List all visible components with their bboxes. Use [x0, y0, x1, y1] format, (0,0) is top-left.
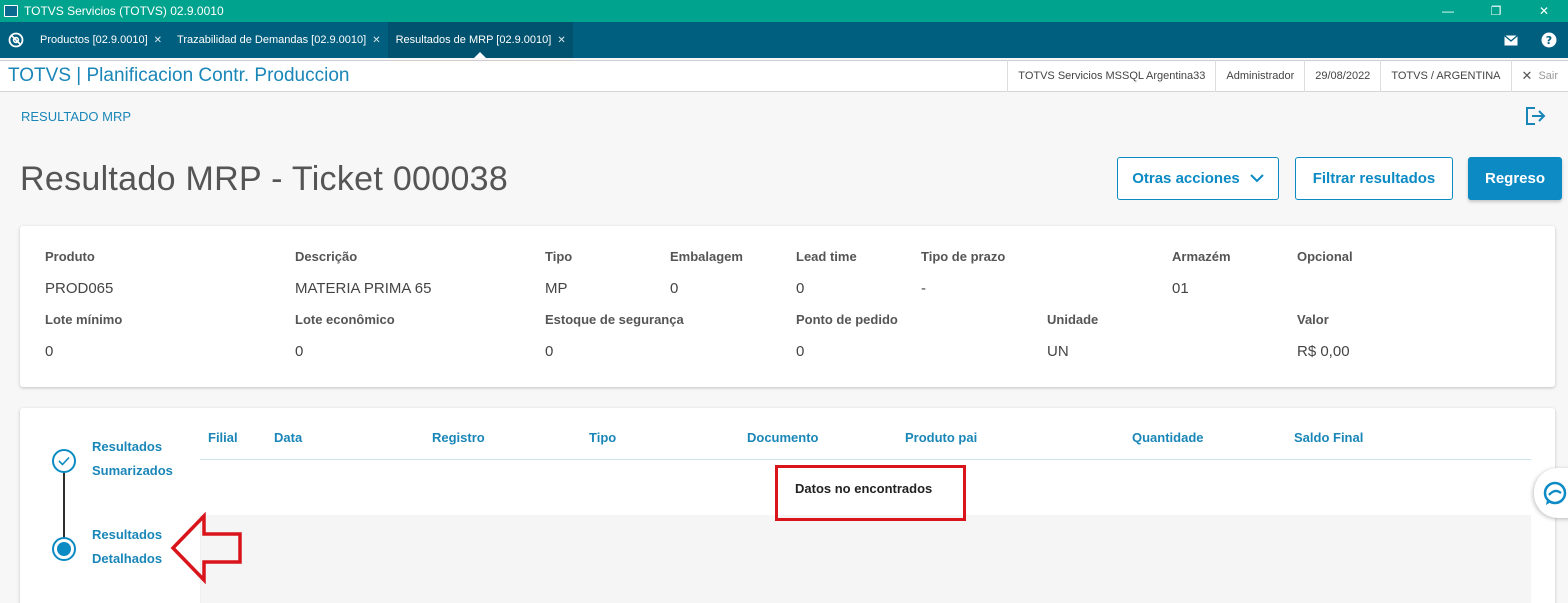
- col-saldo-final[interactable]: Saldo Final: [1294, 430, 1363, 445]
- tab-label: Productos [02.9.0010]: [40, 34, 148, 46]
- tipo-prazo-label: Tipo de prazo: [921, 249, 1006, 264]
- breadcrumb[interactable]: RESULTADO MRP: [21, 109, 131, 124]
- lead-time-value: 0: [796, 280, 805, 297]
- stepper-connector: [63, 472, 65, 538]
- lead-time-label: Lead time: [796, 249, 857, 264]
- estoque-seguranca-value: 0: [545, 343, 554, 360]
- step-summary-label[interactable]: Resultados Sumarizados: [92, 435, 173, 483]
- step-summary-line2: Sumarizados: [92, 463, 173, 478]
- filter-results-button[interactable]: Filtrar resultados: [1295, 157, 1453, 200]
- col-registro[interactable]: Registro: [432, 430, 485, 445]
- col-tipo[interactable]: Tipo: [589, 430, 616, 445]
- lote-minimo-label: Lote mínimo: [45, 312, 123, 327]
- tab-label: Resultados de MRP [02.9.0010]: [395, 34, 552, 46]
- page-title: Resultado MRP - Ticket 000038: [20, 160, 509, 198]
- logout-icon[interactable]: [1523, 105, 1547, 127]
- annotation-arrow-icon: [170, 512, 242, 584]
- window-title: TOTVS Servicios (TOTVS) 02.9.0010: [24, 4, 224, 18]
- armazem-label: Armazém: [1172, 249, 1231, 264]
- check-icon: [58, 456, 70, 466]
- other-actions-button[interactable]: Otras acciones: [1117, 157, 1279, 200]
- svg-text:?: ?: [1546, 34, 1552, 47]
- ponto-pedido-label: Ponto de pedido: [796, 312, 898, 327]
- app-window-icon: [4, 5, 18, 17]
- close-icon[interactable]: ✕: [154, 35, 162, 46]
- chat-icon: [1543, 481, 1567, 505]
- produto-label: Produto: [45, 249, 95, 264]
- close-icon: ✕: [1521, 68, 1533, 83]
- armazem-value: 01: [1172, 280, 1189, 297]
- step-summary-line1: Resultados: [92, 439, 163, 454]
- unidade-label: Unidade: [1047, 312, 1099, 327]
- user-info: Administrador: [1215, 60, 1304, 92]
- step-summary-indicator[interactable]: [52, 449, 76, 473]
- step-detail-line1: Resultados: [92, 527, 163, 542]
- tab-trazabilidad[interactable]: Trazabilidad de Demandas [02.9.0010] ✕: [169, 22, 388, 58]
- embalagem-value: 0: [670, 280, 679, 297]
- col-produto-pai[interactable]: Produto pai: [905, 430, 977, 445]
- step-detail-indicator[interactable]: [52, 537, 76, 561]
- valor-label: Valor: [1297, 312, 1329, 327]
- embalagem-label: Embalagem: [670, 249, 743, 264]
- tipo-prazo-value: -: [921, 280, 926, 297]
- window-titlebar: TOTVS Servicios (TOTVS) 02.9.0010 — ❐ ✕: [0, 0, 1568, 22]
- active-step-dot: [57, 542, 71, 556]
- ponto-pedido-value: 0: [796, 343, 805, 360]
- tab-resultados-mrp[interactable]: Resultados de MRP [02.9.0010] ✕: [387, 22, 573, 58]
- exit-label: Sair: [1538, 70, 1558, 82]
- exit-button[interactable]: ✕ Sair: [1510, 60, 1568, 92]
- results-table-empty-area: [200, 515, 1531, 603]
- tabbar-actions: ?: [1492, 22, 1568, 58]
- lote-minimo-value: 0: [45, 343, 54, 360]
- produto-value: PROD065: [45, 280, 114, 297]
- col-documento[interactable]: Documento: [747, 430, 819, 445]
- lote-economico-label: Lote econômico: [295, 312, 395, 327]
- unidade-value: UN: [1047, 343, 1069, 360]
- step-detail-label[interactable]: Resultados Detalhados: [92, 523, 162, 571]
- col-quantidade[interactable]: Quantidade: [1132, 430, 1204, 445]
- tab-productos[interactable]: Productos [02.9.0010] ✕: [32, 22, 169, 58]
- help-icon[interactable]: ?: [1530, 22, 1568, 58]
- step-detail-line2: Detalhados: [92, 551, 163, 566]
- tab-label: Trazabilidad de Demandas [02.9.0010]: [177, 34, 367, 46]
- back-button[interactable]: Regreso: [1468, 157, 1562, 200]
- estoque-seguranca-label: Estoque de segurança: [545, 312, 684, 327]
- other-actions-label: Otras acciones: [1132, 170, 1240, 187]
- close-icon[interactable]: ✕: [372, 35, 380, 46]
- col-data[interactable]: Data: [274, 430, 302, 445]
- company-info: TOTVS / ARGENTINA: [1380, 60, 1510, 92]
- window-controls: — ❐ ✕: [1424, 0, 1568, 22]
- close-window-button[interactable]: ✕: [1520, 0, 1568, 22]
- maximize-button[interactable]: ❐: [1472, 0, 1520, 22]
- valor-value: R$ 0,00: [1297, 343, 1350, 360]
- close-icon[interactable]: ✕: [557, 35, 565, 46]
- server-info: TOTVS Servicios MSSQL Argentina33: [1007, 60, 1215, 92]
- minimize-button[interactable]: —: [1424, 0, 1472, 22]
- annotation-highlight-box: [775, 465, 966, 521]
- date-info: 29/08/2022: [1304, 60, 1380, 92]
- app-title: TOTVS | Planificacion Contr. Produccion: [8, 65, 350, 86]
- tab-bar: Productos [02.9.0010] ✕ Trazabilidad de …: [0, 22, 1568, 58]
- home-icon[interactable]: [0, 22, 32, 58]
- mail-icon[interactable]: [1492, 22, 1530, 58]
- tipo-label: Tipo: [545, 249, 573, 264]
- descricao-value: MATERIA PRIMA 65: [295, 280, 432, 297]
- chevron-down-icon: [1250, 174, 1264, 183]
- tipo-value: MP: [545, 280, 568, 297]
- lote-economico-value: 0: [295, 343, 304, 360]
- app-header: TOTVS | Planificacion Contr. Produccion …: [0, 60, 1568, 92]
- opcional-label: Opcional: [1297, 249, 1353, 264]
- descricao-label: Descrição: [295, 249, 358, 264]
- col-filial[interactable]: Filial: [208, 430, 238, 445]
